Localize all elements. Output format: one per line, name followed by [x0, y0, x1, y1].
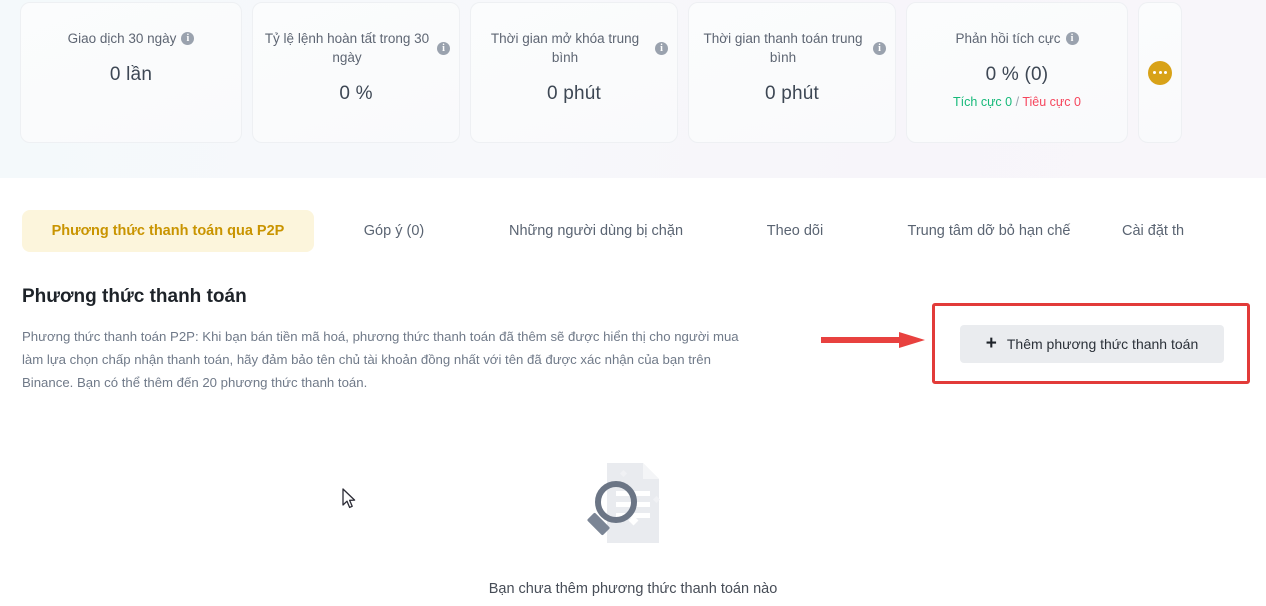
- ellipsis-icon[interactable]: [1148, 60, 1172, 85]
- stat-value: 0 %: [339, 83, 373, 104]
- info-icon[interactable]: i: [181, 32, 195, 45]
- tab-notification-settings[interactable]: Cài đặt th: [1122, 210, 1266, 252]
- stat-title: Phản hồi tích cực: [955, 31, 1061, 46]
- stat-value: 0 phút: [764, 83, 820, 104]
- stat-card-transactions: Giao dịch 30 ngày i 0 lần: [20, 2, 242, 143]
- stat-card-positive-feedback: Phản hồi tích cực i 0 % (0) Tích cực 0 /…: [906, 2, 1128, 143]
- tab-blocked-users[interactable]: Những người dùng bị chặn: [478, 210, 714, 252]
- feedback-breakdown: Tích cực 0 / Tiêu cực 0: [953, 95, 1081, 109]
- stat-value: 0 % (0): [985, 64, 1049, 85]
- tab-label: Phương thức thanh toán qua P2P: [51, 223, 285, 239]
- info-icon[interactable]: i: [655, 41, 668, 55]
- document-search-icon: [585, 455, 681, 551]
- stat-card-avg-release-time: Thời gian mở khóa trung bình i 0 phút: [470, 2, 678, 143]
- more-stats-card: [1138, 2, 1182, 143]
- feedback-separator: /: [1015, 95, 1020, 109]
- stat-title-row: Phản hồi tích cực i: [955, 29, 1079, 48]
- stat-title-row: Thời gian thanh toán trung bình i: [698, 29, 886, 67]
- annotation-arrow-icon: [821, 332, 925, 348]
- empty-state-text: Bạn chưa thêm phương thức thanh toán nào: [488, 581, 778, 597]
- stats-strip: Giao dịch 30 ngày i 0 lần Tỷ lệ lệnh hoà…: [0, 0, 1266, 178]
- tab-label: Góp ý (0): [363, 223, 425, 239]
- empty-state: Bạn chưa thêm phương thức thanh toán nào: [0, 455, 1266, 597]
- stat-title-row: Thời gian mở khóa trung bình i: [480, 29, 668, 67]
- mouse-cursor: [342, 488, 356, 510]
- stat-title: Thời gian mở khóa trung bình: [490, 31, 640, 65]
- stat-value: 0 lần: [109, 64, 153, 85]
- info-icon[interactable]: i: [437, 41, 450, 55]
- tab-label: Cài đặt th: [1122, 223, 1185, 239]
- section-description: Phương thức thanh toán P2P: Khi bạn bán …: [22, 329, 739, 390]
- stat-card-completion-rate: Tỷ lệ lệnh hoàn tất trong 30 ngày i 0 %: [252, 2, 460, 143]
- stat-value: 0 phút: [546, 83, 602, 104]
- tab-bar: Phương thức thanh toán qua P2P Góp ý (0)…: [0, 210, 1266, 252]
- stat-card-avg-pay-time: Thời gian thanh toán trung bình i 0 phút: [688, 2, 896, 143]
- tab-label: Trung tâm dỡ bỏ hạn chế: [907, 223, 1071, 239]
- stat-title: Thời gian thanh toán trung bình: [703, 31, 863, 65]
- page-title: Phương thức thanh toán: [22, 286, 247, 307]
- tab-label: Những người dùng bị chặn: [508, 223, 684, 239]
- add-payment-method-label: Thêm phương thức thanh toán: [1006, 336, 1199, 352]
- tab-p2p-payment-methods[interactable]: Phương thức thanh toán qua P2P: [22, 210, 314, 252]
- info-icon[interactable]: i: [1065, 32, 1079, 45]
- stat-title: Tỷ lệ lệnh hoàn tất trong 30 ngày: [264, 31, 430, 65]
- negative-feedback-count: Tiêu cực 0: [1022, 95, 1081, 109]
- positive-feedback-count: Tích cực 0: [953, 95, 1013, 109]
- stat-title-row: Tỷ lệ lệnh hoàn tất trong 30 ngày i: [262, 29, 450, 67]
- tab-following[interactable]: Theo dõi: [734, 210, 856, 252]
- plus-icon: +: [985, 332, 997, 354]
- tab-feedback[interactable]: Góp ý (0): [334, 210, 454, 252]
- stat-title-row: Giao dịch 30 ngày i: [68, 29, 195, 48]
- stats-card-row: Giao dịch 30 ngày i 0 lần Tỷ lệ lệnh hoà…: [20, 2, 1182, 143]
- tab-restriction-removal-center[interactable]: Trung tâm dỡ bỏ hạn chế: [876, 210, 1102, 252]
- add-payment-method-button[interactable]: + Thêm phương thức thanh toán: [960, 325, 1224, 363]
- tab-label: Theo dõi: [766, 223, 824, 239]
- stat-title: Giao dịch 30 ngày: [67, 31, 177, 46]
- info-icon[interactable]: i: [873, 41, 886, 55]
